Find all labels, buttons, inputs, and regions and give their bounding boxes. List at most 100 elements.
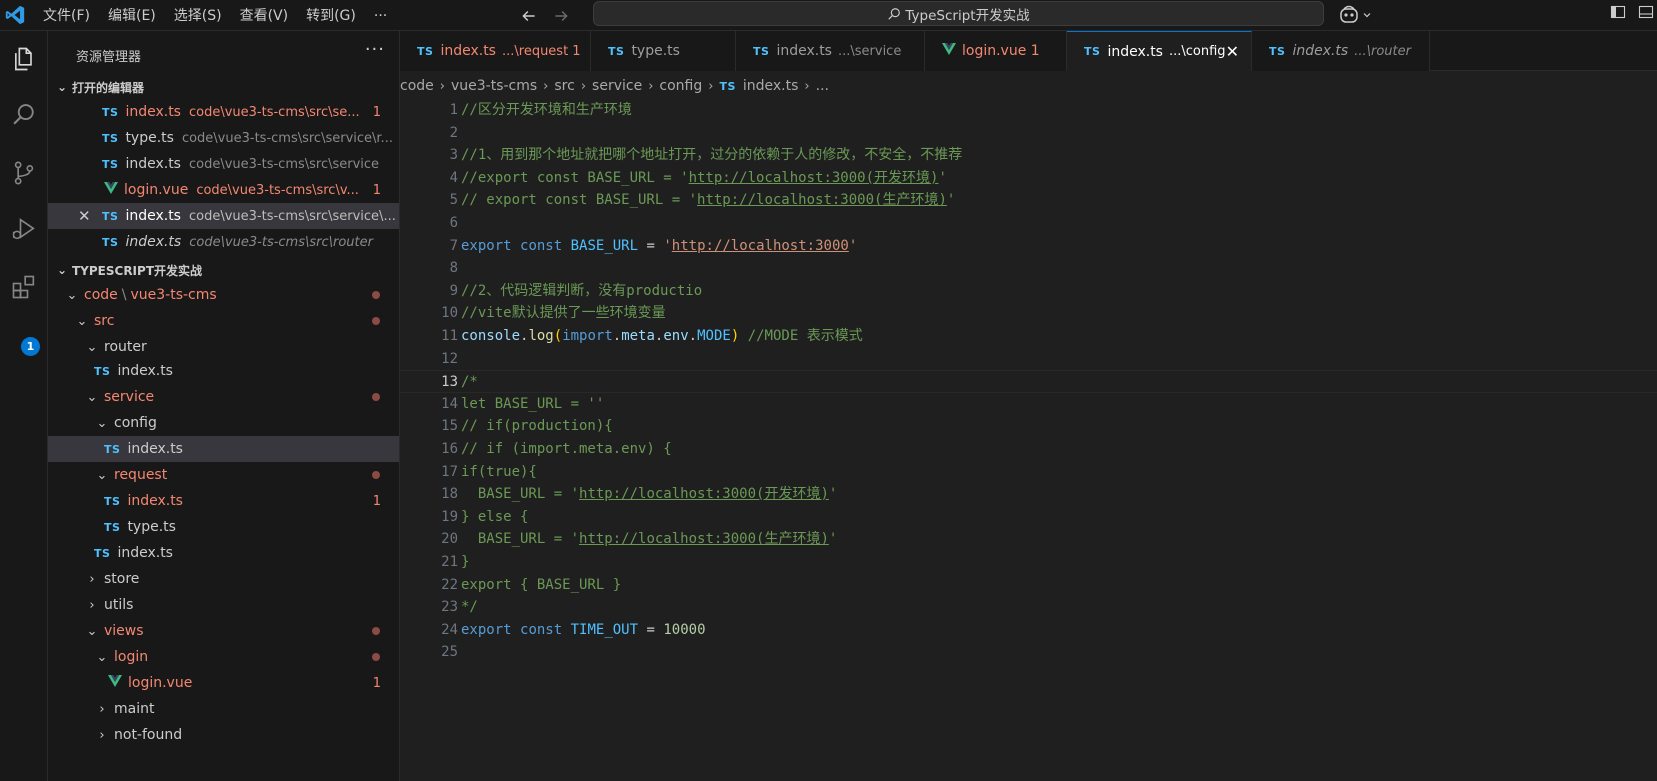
tab-label: type.ts bbox=[631, 43, 680, 59]
menu-more-button[interactable]: ··· bbox=[365, 4, 387, 28]
tree-folder-not-found[interactable]: › not-found bbox=[48, 722, 399, 748]
code-editor[interactable]: 1//区分开发环境和生产环境 2 3//1、用到那个地址就把哪个地址打开，过分的… bbox=[400, 97, 1657, 781]
sidebar-more-button[interactable]: ··· bbox=[365, 39, 385, 60]
tree-file-config-index[interactable]: TS index.ts bbox=[48, 436, 399, 462]
workspace-title: TYPESCRIPT开发实战 bbox=[72, 263, 203, 278]
extensions-icon[interactable] bbox=[6, 269, 42, 305]
menu-edit[interactable]: 编辑(E) bbox=[99, 4, 165, 28]
typescript-file-icon: TS bbox=[94, 364, 111, 378]
breadcrumb-item[interactable]: config bbox=[659, 78, 702, 94]
tree-file-request-index[interactable]: TS index.ts 1 bbox=[48, 488, 399, 514]
chevron-right-icon: › bbox=[708, 78, 714, 94]
search-icon[interactable] bbox=[6, 97, 42, 133]
menu-view[interactable]: 查看(V) bbox=[231, 4, 298, 28]
path-separator: \ bbox=[121, 287, 127, 303]
vscode-logo-icon[interactable] bbox=[4, 4, 26, 26]
tree-folder-src[interactable]: ⌄ src bbox=[48, 308, 399, 334]
tree-folder-login[interactable]: ⌄ login bbox=[48, 644, 399, 670]
problem-count: 1 bbox=[372, 675, 381, 691]
open-editor-name: index.ts bbox=[125, 208, 181, 224]
problem-count: 1 bbox=[372, 104, 381, 120]
tab-service-index[interactable]: TS index.ts ...\service bbox=[736, 31, 925, 71]
copilot-button[interactable] bbox=[1338, 4, 1378, 26]
open-editor-path: code\vue3-ts-cms\src\se... bbox=[188, 104, 360, 120]
line-number: 14 bbox=[441, 395, 458, 412]
open-editor-item-active[interactable]: ✕ TS index.ts code\vue3-ts-cms\src\servi… bbox=[48, 203, 399, 229]
tab-login-vue[interactable]: login.vue 1 bbox=[925, 31, 1067, 71]
nav-arrows bbox=[520, 0, 570, 31]
folder-name: service bbox=[104, 389, 155, 405]
tab-description: ...\router bbox=[1354, 43, 1411, 59]
file-name: index.ts bbox=[127, 493, 183, 509]
menu-file[interactable]: 文件(F) bbox=[34, 4, 99, 28]
menu-go[interactable]: 转到(G) bbox=[297, 4, 365, 28]
line-number: 24 bbox=[441, 621, 458, 638]
code-line: 11 console.log(import.meta.env.MODE) //MO… bbox=[400, 325, 1657, 348]
tree-file-login-vue[interactable]: login.vue 1 bbox=[48, 670, 399, 696]
command-center-search[interactable]: TypeScript开发实战 bbox=[593, 1, 1324, 26]
breadcrumb-item[interactable]: code bbox=[400, 78, 434, 94]
open-editor-item[interactable]: TS index.ts code\vue3-ts-cms\src\service bbox=[48, 151, 399, 177]
vue-file-icon bbox=[942, 43, 956, 59]
modified-dot bbox=[372, 393, 380, 401]
code-line: 9//2、代码逻辑判断，没有productio bbox=[400, 280, 1657, 303]
tab-request-index[interactable]: TS index.ts ...\request 1 bbox=[400, 31, 591, 71]
tree-folder-config[interactable]: ⌄ config bbox=[48, 410, 399, 436]
line-number: 13 bbox=[441, 374, 458, 391]
code-line: 14 let BASE_URL = '' bbox=[400, 393, 1657, 416]
tree-folder-code[interactable]: ⌄ code \ vue3-ts-cms bbox=[48, 282, 399, 308]
tab-label: index.ts bbox=[440, 43, 496, 59]
line-number: 12 bbox=[441, 350, 458, 367]
tree-folder-router[interactable]: ⌄ router bbox=[48, 334, 399, 360]
open-editor-item[interactable]: TS index.ts code\vue3-ts-cms\src\se... 1 bbox=[48, 99, 399, 125]
breadcrumb-item[interactable]: service bbox=[592, 78, 642, 94]
tree-folder-request[interactable]: ⌄ request bbox=[48, 462, 399, 488]
tree-folder-maint[interactable]: › maint bbox=[48, 696, 399, 722]
source-control-icon[interactable] bbox=[6, 155, 42, 191]
forward-arrow-icon[interactable] bbox=[552, 7, 570, 25]
toggle-sidebar-icon[interactable] bbox=[1610, 4, 1626, 20]
close-icon[interactable]: ✕ bbox=[78, 207, 91, 225]
open-editor-item[interactable]: TS index.ts code\vue3-ts-cms\src\router bbox=[48, 229, 399, 255]
tree-file-router-index[interactable]: TS index.ts bbox=[48, 358, 399, 384]
tree-folder-utils[interactable]: › utils bbox=[48, 592, 399, 618]
chevron-down-icon: ⌄ bbox=[56, 80, 68, 94]
typescript-file-icon: TS bbox=[94, 546, 111, 560]
breadcrumb-item[interactable]: src bbox=[554, 78, 574, 94]
tab-router-index[interactable]: TS index.ts ...\router bbox=[1252, 31, 1430, 71]
back-arrow-icon[interactable] bbox=[520, 7, 538, 25]
problem-count: 1 bbox=[372, 493, 381, 509]
open-editor-item[interactable]: login.vue code\vue3-ts-cms\src\v... 1 bbox=[48, 177, 399, 203]
tree-folder-store[interactable]: › store bbox=[48, 566, 399, 592]
open-editor-item[interactable]: TS type.ts code\vue3-ts-cms\src\service\… bbox=[48, 125, 399, 151]
file-name: index.ts bbox=[117, 363, 173, 379]
explorer-icon[interactable] bbox=[6, 41, 42, 77]
tree-file-service-index[interactable]: TS index.ts bbox=[48, 540, 399, 566]
chevron-down-icon bbox=[1363, 13, 1371, 18]
tree-file-type[interactable]: TS type.ts bbox=[48, 514, 399, 540]
tab-type[interactable]: TS type.ts bbox=[591, 31, 736, 71]
folder-name: request bbox=[114, 467, 168, 483]
breadcrumb-file[interactable]: index.ts bbox=[743, 78, 799, 94]
menu-selection[interactable]: 选择(S) bbox=[165, 4, 231, 28]
typescript-file-icon: TS bbox=[102, 235, 119, 249]
menu-bar: 文件(F) 编辑(E) 选择(S) 查看(V) 转到(G) ··· bbox=[34, 0, 387, 31]
run-debug-icon[interactable] bbox=[6, 211, 42, 247]
tree-folder-service[interactable]: ⌄ service bbox=[48, 384, 399, 410]
close-icon[interactable]: ✕ bbox=[1226, 42, 1239, 61]
line-number: 6 bbox=[449, 215, 458, 231]
toggle-panel-icon[interactable] bbox=[1638, 4, 1654, 20]
open-editor-name: index.ts bbox=[125, 234, 182, 250]
command-center-text: TypeScript开发实战 bbox=[905, 7, 1030, 24]
tab-config-index[interactable]: TS index.ts ...\config ✕ bbox=[1067, 31, 1252, 71]
chevron-right-icon: › bbox=[99, 727, 105, 743]
breadcrumb-symbol[interactable]: ... bbox=[816, 78, 829, 94]
breadcrumb-item[interactable]: vue3-ts-cms bbox=[451, 78, 537, 94]
folder-name: store bbox=[104, 571, 140, 587]
code-line: 6 bbox=[400, 212, 1657, 235]
chevron-right-icon: › bbox=[804, 78, 810, 94]
open-editors-header[interactable]: ⌄ 打开的编辑器 bbox=[48, 76, 399, 98]
tab-description: ...\service bbox=[837, 43, 902, 59]
tree-folder-views[interactable]: ⌄ views bbox=[48, 618, 399, 644]
workspace-header[interactable]: ⌄ TYPESCRIPT开发实战 bbox=[48, 259, 399, 281]
